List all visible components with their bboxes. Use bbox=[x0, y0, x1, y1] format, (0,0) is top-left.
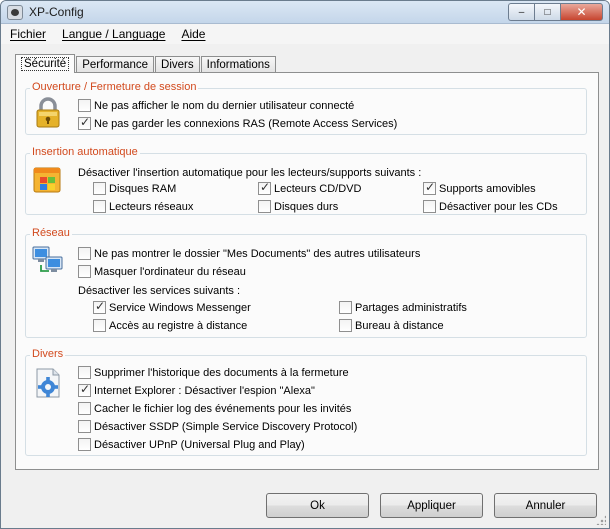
option-label: Masquer l'ordinateur du réseau bbox=[94, 265, 246, 278]
checkbox[interactable] bbox=[78, 438, 91, 451]
title-bar[interactable]: XP-Config – □ ✕ bbox=[1, 1, 609, 24]
option-label: Disques RAM bbox=[109, 182, 177, 195]
maximize-icon[interactable]: □ bbox=[534, 3, 560, 21]
option-label: Accès au registre à distance bbox=[109, 319, 248, 332]
checkbox[interactable] bbox=[93, 319, 106, 332]
tab-informations[interactable]: Informations bbox=[200, 56, 276, 73]
option-remote-registry[interactable]: Accès au registre à distance bbox=[93, 319, 247, 332]
group-session: Ouverture / Fermeture de session Ne pas … bbox=[25, 81, 587, 135]
option-windows-messenger[interactable]: Service Windows Messenger bbox=[93, 299, 251, 314]
group-title-autorun: Insertion automatique bbox=[30, 146, 140, 158]
option-removable-media[interactable]: Supports amovibles bbox=[423, 180, 536, 195]
option-label: Bureau à distance bbox=[355, 319, 444, 332]
option-label: Désactiver SSDP (Simple Service Discover… bbox=[94, 420, 358, 433]
option-remote-desktop[interactable]: Bureau à distance bbox=[339, 319, 444, 332]
app-window: XP-Config – □ ✕ Fichier Langue / Languag… bbox=[0, 0, 610, 529]
checkbox[interactable] bbox=[78, 402, 91, 415]
checkbox[interactable] bbox=[93, 182, 106, 195]
group-network: Réseau Ne pas montrer le dossier "Mes Do… bbox=[25, 227, 587, 338]
cancel-button[interactable]: Annuler bbox=[494, 493, 597, 518]
option-cd-dvd-drives[interactable]: Lecteurs CD/DVD bbox=[258, 180, 362, 195]
option-clear-doc-history[interactable]: Supprimer l'historique des documents à l… bbox=[78, 366, 349, 379]
tab-securite[interactable]: Sécurité bbox=[15, 54, 76, 73]
checkbox-checked[interactable] bbox=[78, 382, 91, 397]
option-label: Partages administratifs bbox=[355, 301, 467, 314]
option-no-ras-connections[interactable]: Ne pas garder les connexions RAS (Remote… bbox=[78, 115, 398, 130]
checkbox-checked[interactable] bbox=[93, 299, 106, 314]
option-label: Lecteurs réseaux bbox=[109, 200, 194, 213]
option-label: Disques durs bbox=[274, 200, 339, 213]
checkbox[interactable] bbox=[423, 200, 436, 213]
checkbox[interactable] bbox=[78, 247, 91, 260]
checkbox[interactable] bbox=[93, 200, 106, 213]
option-disable-ssdp[interactable]: Désactiver SSDP (Simple Service Discover… bbox=[78, 420, 357, 433]
autorun-windows-icon bbox=[33, 167, 61, 193]
services-label: Désactiver les services suivants : bbox=[78, 285, 240, 297]
menu-aide[interactable]: Aide bbox=[181, 27, 205, 41]
option-hide-last-username[interactable]: Ne pas afficher le nom du dernier utilis… bbox=[78, 99, 354, 112]
checkbox[interactable] bbox=[339, 301, 352, 314]
option-label: Service Windows Messenger bbox=[109, 301, 251, 314]
option-hide-computer[interactable]: Masquer l'ordinateur du réseau bbox=[78, 265, 246, 278]
minimize-icon[interactable]: – bbox=[508, 3, 534, 21]
option-label: Cacher le fichier log des événements pou… bbox=[94, 402, 352, 415]
option-label: Supports amovibles bbox=[439, 182, 536, 195]
group-autorun: Insertion automatique Désactiver l'inser… bbox=[25, 146, 587, 215]
option-label: Désactiver pour les CDs bbox=[439, 200, 558, 213]
checkbox[interactable] bbox=[258, 200, 271, 213]
tab-label: Sécurité bbox=[21, 57, 70, 71]
option-label: Ne pas garder les connexions RAS (Remote… bbox=[94, 117, 398, 130]
app-icon bbox=[7, 5, 23, 20]
checkbox[interactable] bbox=[78, 99, 91, 112]
menu-fichier[interactable]: Fichier bbox=[10, 27, 46, 41]
option-hide-event-log-guests[interactable]: Cacher le fichier log des événements pou… bbox=[78, 402, 351, 415]
option-network-drives[interactable]: Lecteurs réseaux bbox=[93, 200, 193, 213]
option-label: Ne pas montrer le dossier "Mes Documents… bbox=[94, 247, 421, 260]
option-admin-shares[interactable]: Partages administratifs bbox=[339, 301, 467, 314]
checkbox[interactable] bbox=[78, 366, 91, 379]
option-hard-disks[interactable]: Disques durs bbox=[258, 200, 338, 213]
option-ie-disable-alexa[interactable]: Internet Explorer : Désactiver l'espion … bbox=[78, 382, 315, 397]
group-title-network: Réseau bbox=[30, 227, 72, 239]
ok-button[interactable]: Ok bbox=[266, 493, 369, 518]
resize-grip-icon[interactable] bbox=[596, 515, 606, 525]
autorun-description: Désactiver l'insertion automatique pour … bbox=[78, 167, 422, 179]
close-icon[interactable]: ✕ bbox=[560, 3, 603, 21]
checkbox[interactable] bbox=[78, 265, 91, 278]
option-hide-my-documents[interactable]: Ne pas montrer le dossier "Mes Documents… bbox=[78, 247, 420, 260]
checkbox-checked[interactable] bbox=[78, 115, 91, 130]
group-title-session: Ouverture / Fermeture de session bbox=[30, 81, 199, 93]
apply-button[interactable]: Appliquer bbox=[380, 493, 483, 518]
menu-bar: Fichier Langue / Language Aide bbox=[1, 24, 609, 44]
tab-panel-securite: Ouverture / Fermeture de session Ne pas … bbox=[15, 72, 599, 470]
tab-divers[interactable]: Divers bbox=[155, 56, 200, 73]
option-ram-disks[interactable]: Disques RAM bbox=[93, 182, 176, 195]
option-label: Désactiver UPnP (Universal Plug and Play… bbox=[94, 438, 305, 451]
window-title: XP-Config bbox=[29, 5, 84, 19]
padlock-icon bbox=[36, 97, 60, 128]
option-label: Lecteurs CD/DVD bbox=[274, 182, 362, 195]
checkbox[interactable] bbox=[78, 420, 91, 433]
option-label: Ne pas afficher le nom du dernier utilis… bbox=[94, 99, 355, 112]
option-label: Internet Explorer : Désactiver l'espion … bbox=[94, 384, 315, 397]
checkbox-checked[interactable] bbox=[258, 180, 271, 195]
group-title-misc: Divers bbox=[30, 348, 66, 360]
checkbox-checked[interactable] bbox=[423, 180, 436, 195]
checkbox[interactable] bbox=[339, 319, 352, 332]
network-computers-icon bbox=[32, 246, 63, 272]
tab-strip: Sécurité Performance Divers Informations bbox=[15, 54, 277, 73]
settings-gear-icon bbox=[36, 368, 60, 398]
tab-performance[interactable]: Performance bbox=[76, 56, 155, 73]
menu-langue[interactable]: Langue / Language bbox=[62, 27, 165, 41]
option-label: Supprimer l'historique des documents à l… bbox=[94, 366, 349, 379]
option-disable-upnp[interactable]: Désactiver UPnP (Universal Plug and Play… bbox=[78, 438, 305, 451]
group-misc: Divers Supprimer l'historique des docume… bbox=[25, 348, 587, 456]
option-disable-for-cds[interactable]: Désactiver pour les CDs bbox=[423, 200, 558, 213]
window-controls: – □ ✕ bbox=[508, 3, 603, 21]
